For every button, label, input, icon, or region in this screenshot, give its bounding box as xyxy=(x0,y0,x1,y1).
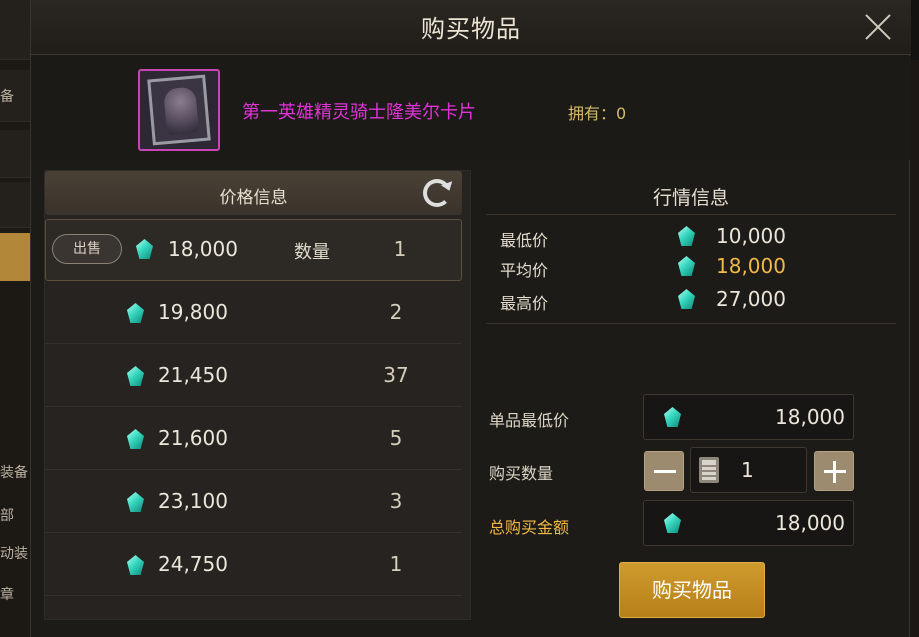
quantity-label: 购买数量 xyxy=(489,464,554,483)
item-card-icon xyxy=(138,69,220,151)
refresh-icon[interactable] xyxy=(423,179,451,207)
card-portrait xyxy=(163,86,200,136)
unit-min-price-label: 单品最低价 xyxy=(489,411,570,430)
min-price-value: 10,000 xyxy=(716,224,786,248)
price-row[interactable]: 21,450 37 xyxy=(45,345,462,407)
listing-price: 21,600 xyxy=(158,426,228,450)
price-list-panel: 价格信息 出售 18,000 数量 1 19,800 2 21,450 37 2… xyxy=(44,170,471,620)
dialog-title: 购买物品 xyxy=(421,15,521,43)
bg-label: 备 xyxy=(0,89,14,105)
owned-count: 拥有：0 xyxy=(568,104,627,123)
gem-icon xyxy=(125,301,147,327)
listing-qty: 2 xyxy=(389,300,403,324)
divider xyxy=(486,323,896,324)
listing-qty: 3 xyxy=(389,489,403,513)
listing-price: 21,450 xyxy=(158,363,228,387)
price-row[interactable]: 出售 18,000 数量 1 xyxy=(45,219,462,281)
min-price-label: 最低价 xyxy=(500,231,549,250)
listing-price: 24,750 xyxy=(158,552,228,576)
listing-qty: 1 xyxy=(393,237,407,261)
listing-qty: 1 xyxy=(389,552,403,576)
gem-icon xyxy=(125,427,147,453)
sell-badge: 出售 xyxy=(52,234,122,264)
increase-button[interactable] xyxy=(814,451,854,491)
quantity-value: 1 xyxy=(741,458,754,482)
bg-block xyxy=(0,182,30,228)
max-price-label: 最高价 xyxy=(500,294,549,313)
gem-icon xyxy=(676,224,698,250)
listing-price: 18,000 xyxy=(168,237,238,261)
bg-block xyxy=(0,0,30,60)
gem-icon xyxy=(125,490,147,516)
price-row[interactable]: 24,750 1 xyxy=(45,534,462,596)
decrease-button[interactable] xyxy=(644,451,684,491)
market-title: 行情信息 xyxy=(652,187,729,209)
price-row[interactable]: 19,800 2 xyxy=(45,282,462,344)
gem-icon xyxy=(125,553,147,579)
avg-price-label: 平均价 xyxy=(500,261,549,280)
quantity-input[interactable]: 1 xyxy=(690,447,807,493)
price-list-title: 价格信息 xyxy=(219,188,288,208)
max-price-value: 27,000 xyxy=(716,287,786,311)
purchase-dialog: 购买物品 第一英雄精灵骑士隆美尔卡片 拥有：0 价格信息 出售 18,000 数… xyxy=(30,0,911,637)
price-row[interactable]: 23,100 3 xyxy=(45,471,462,533)
card-frame xyxy=(147,74,211,146)
gem-icon xyxy=(662,405,684,431)
unit-min-price-value: 18,000 xyxy=(775,405,845,429)
bg-label: 装备 xyxy=(0,465,28,481)
title-bar: 购买物品 xyxy=(31,0,911,55)
gem-icon xyxy=(125,364,147,390)
total-price-field: 18,000 xyxy=(643,500,854,546)
gem-icon xyxy=(662,511,684,537)
plus-icon-v xyxy=(833,461,836,483)
calculator-icon[interactable] xyxy=(699,457,719,483)
quantity-label: 数量 xyxy=(294,242,330,263)
item-name: 第一英雄精灵骑士隆美尔卡片 xyxy=(242,102,476,123)
background-panel: 备 装备 部 动装 章 xyxy=(0,0,34,637)
gem-icon xyxy=(676,287,698,313)
gem-icon xyxy=(134,237,156,263)
listing-qty: 5 xyxy=(389,426,403,450)
listing-price: 23,100 xyxy=(158,489,228,513)
gem-icon xyxy=(676,254,698,280)
bg-block xyxy=(0,130,30,178)
total-price-label: 总购买金额 xyxy=(489,518,570,537)
bg-label: 章 xyxy=(0,587,14,603)
market-info-panel: 行情信息 最低价 10,000 平均价 18,000 最高价 27,000 xyxy=(486,178,896,328)
divider xyxy=(486,214,896,215)
avg-price-value: 18,000 xyxy=(716,254,786,278)
bg-selected-tab xyxy=(0,233,30,281)
bg-label: 部 xyxy=(0,508,14,524)
listing-price: 19,800 xyxy=(158,300,228,324)
buy-item-button[interactable]: 购买物品 xyxy=(619,562,765,618)
unit-min-price-field: 18,000 xyxy=(643,394,854,440)
item-header: 第一英雄精灵骑士隆美尔卡片 拥有：0 xyxy=(31,56,911,160)
minus-icon xyxy=(654,470,676,473)
bg-label: 动装 xyxy=(0,546,28,562)
price-row[interactable]: 21,600 5 xyxy=(45,408,462,470)
close-icon[interactable] xyxy=(863,12,893,42)
price-list-header: 价格信息 xyxy=(45,171,462,215)
listing-qty: 37 xyxy=(383,363,409,387)
total-price-value: 18,000 xyxy=(775,511,845,535)
